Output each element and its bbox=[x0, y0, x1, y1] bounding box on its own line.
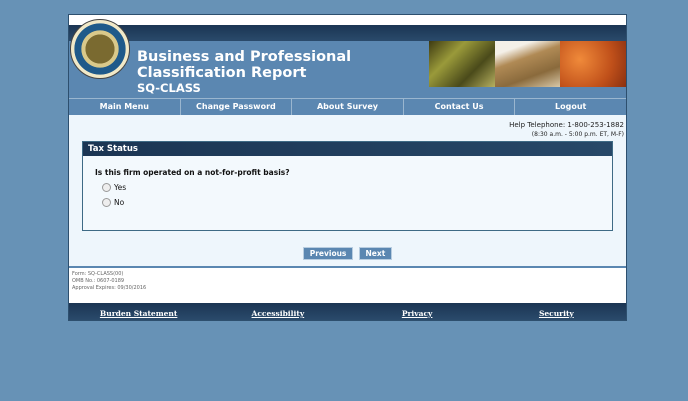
photo-boxes bbox=[494, 41, 561, 87]
tax-status-panel: Tax Status Is this firm operated on a no… bbox=[82, 141, 613, 231]
subtitle: SQ-CLASS bbox=[137, 81, 201, 95]
header: Business and Professional Classification… bbox=[69, 19, 627, 98]
form-id: Form: SQ-CLASS(00) bbox=[72, 271, 124, 277]
main-nav: Main Menu Change Password About Survey C… bbox=[69, 98, 626, 115]
navigation-buttons: Previous Next bbox=[69, 241, 626, 260]
nav-contact-us[interactable]: Contact Us bbox=[404, 99, 516, 115]
footer-burden-statement[interactable]: Burden Statement bbox=[69, 303, 208, 320]
panel-title: Tax Status bbox=[83, 142, 612, 156]
nav-logout[interactable]: Logout bbox=[515, 99, 626, 115]
nav-main-menu[interactable]: Main Menu bbox=[69, 99, 181, 115]
nav-about-survey[interactable]: About Survey bbox=[292, 99, 404, 115]
header-photos bbox=[429, 41, 627, 87]
next-button[interactable]: Next bbox=[358, 247, 393, 260]
option-yes[interactable]: Yes bbox=[102, 183, 612, 192]
footer-privacy[interactable]: Privacy bbox=[348, 303, 487, 320]
census-seal-logo bbox=[70, 19, 130, 79]
header-band bbox=[69, 25, 626, 41]
option-no[interactable]: No bbox=[102, 198, 612, 207]
previous-button[interactable]: Previous bbox=[302, 247, 354, 260]
radio-yes[interactable] bbox=[102, 183, 111, 192]
photo-oranges bbox=[560, 41, 627, 87]
option-label: Yes bbox=[114, 183, 127, 192]
option-label: No bbox=[114, 198, 125, 207]
footer: Burden Statement Accessibility Privacy S… bbox=[69, 303, 626, 320]
form-info: Form: SQ-CLASS(00) OMB No.: 0607-0189 Ap… bbox=[69, 266, 626, 303]
nav-change-password[interactable]: Change Password bbox=[181, 99, 293, 115]
approval-expires: Approval Expires: 09/30/2016 bbox=[72, 285, 147, 291]
footer-security[interactable]: Security bbox=[487, 303, 626, 320]
footer-accessibility[interactable]: Accessibility bbox=[208, 303, 347, 320]
radio-no[interactable] bbox=[102, 198, 111, 207]
title-line-1: Business and Professional bbox=[137, 49, 352, 65]
photo-springs bbox=[429, 41, 495, 87]
help-info: Help Telephone: 1-800-253-1882 (8:30 a.m… bbox=[69, 115, 626, 139]
top-strip bbox=[69, 15, 626, 25]
page-title: Business and Professional Classification… bbox=[137, 49, 351, 95]
help-hours: (8:30 a.m. - 5:00 p.m. ET, M-F) bbox=[531, 131, 624, 138]
omb-number: OMB No.: 0607-0189 bbox=[72, 278, 125, 284]
help-telephone: Help Telephone: 1-800-253-1882 bbox=[509, 121, 624, 129]
page-container: Business and Professional Classification… bbox=[68, 14, 627, 321]
question-text: Is this firm operated on a not-for-profi… bbox=[95, 168, 290, 177]
title-line-2: Classification Report bbox=[137, 65, 307, 81]
